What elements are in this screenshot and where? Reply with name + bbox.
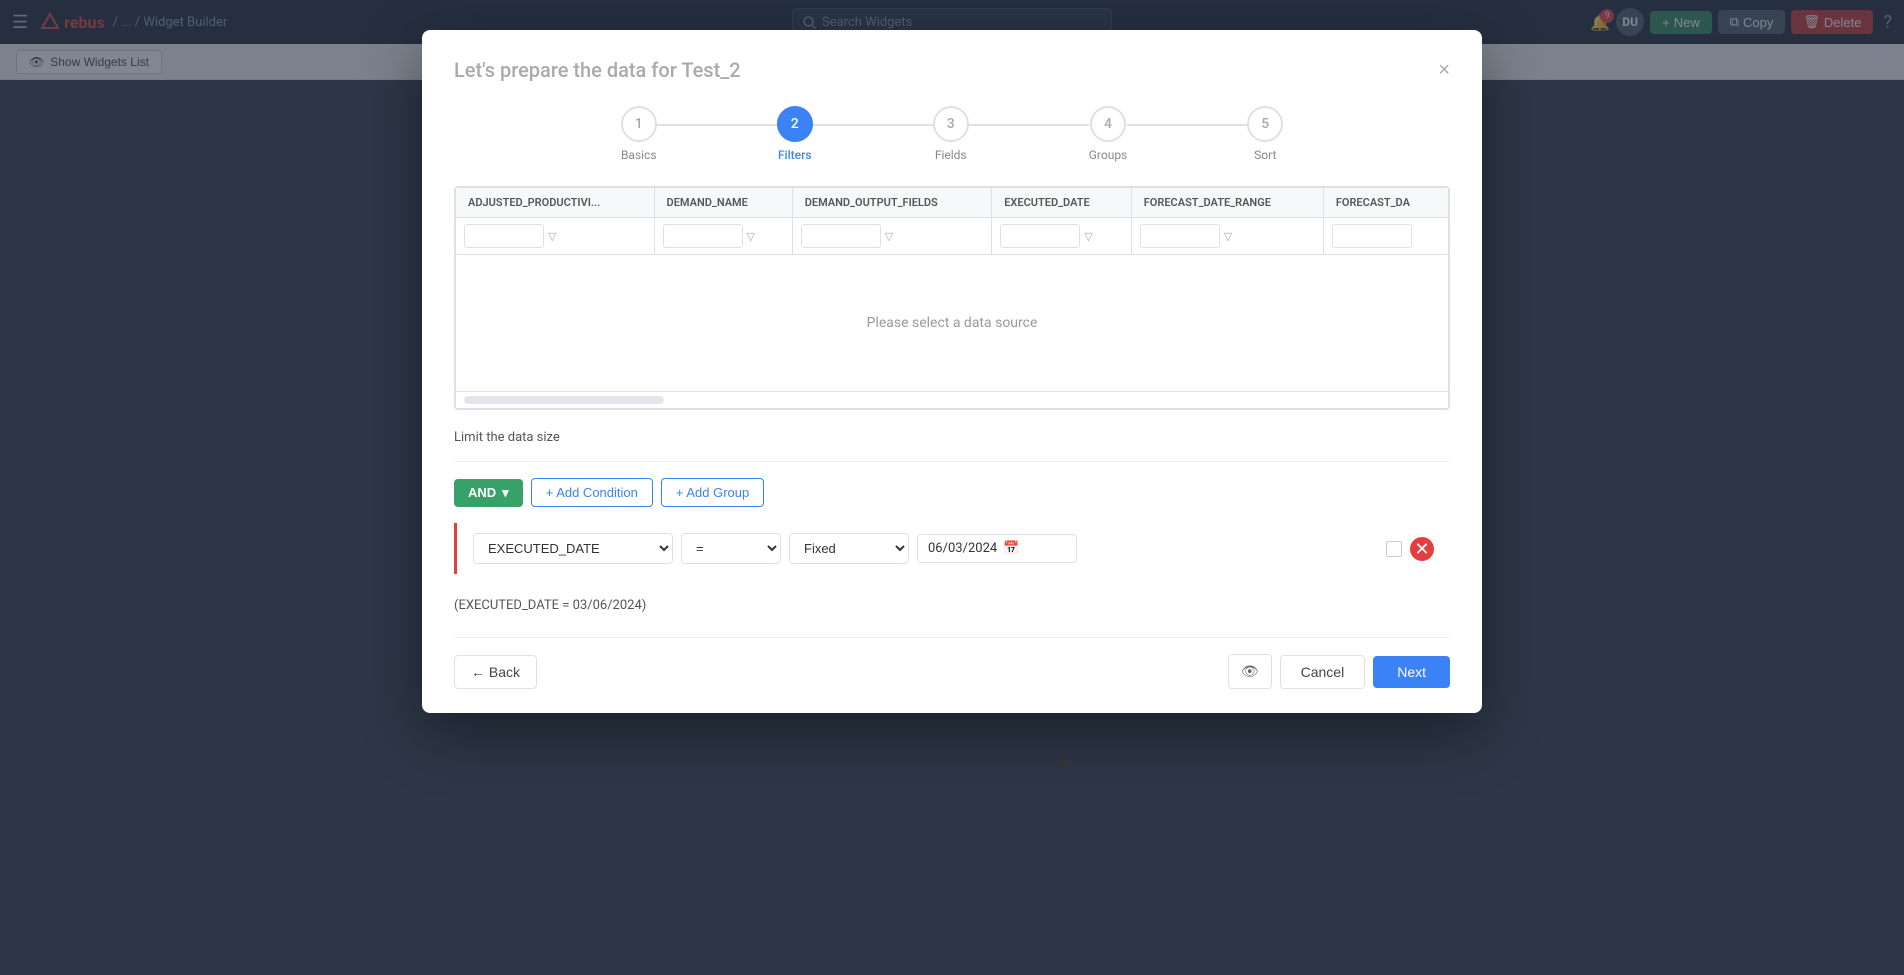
filter-cell-3: ▽ xyxy=(792,218,992,255)
step-circle-2: 2 xyxy=(777,106,813,142)
filter-cell-6 xyxy=(1323,218,1448,255)
back-button[interactable]: ← Back xyxy=(454,655,537,689)
condition-checkbox[interactable] xyxy=(1386,541,1402,557)
step-sort[interactable]: 5 Sort xyxy=(1247,106,1283,162)
step-label-5: Sort xyxy=(1254,148,1276,162)
modal-header: Let's prepare the data for Test_2 × xyxy=(454,58,1450,82)
step-circle-1: 1 xyxy=(621,106,657,142)
filter-icon-1[interactable]: ▽ xyxy=(548,230,556,243)
filter-expression-text: (EXECUTED_DATE = 03/06/2024) xyxy=(454,598,646,613)
filter-expression: (EXECUTED_DATE = 03/06/2024) xyxy=(454,590,1450,621)
step-label-3: Fields xyxy=(935,148,967,162)
step-connector-4 xyxy=(1127,124,1247,126)
filter-icon-2[interactable]: ▽ xyxy=(747,230,755,243)
condition-type-select[interactable]: Fixed xyxy=(789,533,909,564)
back-label: ← Back xyxy=(471,664,520,680)
col-adjusted: ADJUSTED_PRODUCTIVI... xyxy=(456,188,655,218)
limit-label: Limit the data size xyxy=(454,430,1450,445)
filter-icon-5[interactable]: ▽ xyxy=(1224,230,1232,243)
filter-input-5[interactable] xyxy=(1140,224,1220,248)
horizontal-scrollbar[interactable] xyxy=(464,396,664,404)
step-label-4: Groups xyxy=(1089,148,1128,162)
cancel-label: Cancel xyxy=(1301,664,1345,680)
steps-bar: 1 Basics 2 Filters 3 Fields 4 Groups 5 S… xyxy=(454,106,1450,162)
step-label-1: Basics xyxy=(621,148,657,162)
filter-builder: AND ▾ + Add Condition + Add Group EXECUT… xyxy=(454,461,1450,574)
modal: Let's prepare the data for Test_2 × 1 Ba… xyxy=(422,30,1482,713)
step-basics[interactable]: 1 Basics xyxy=(621,106,657,162)
col-demand-output: DEMAND_OUTPUT_FIELDS xyxy=(792,188,992,218)
filter-cell-4: ▽ xyxy=(992,218,1132,255)
col-forecast-da: FORECAST_DA xyxy=(1323,188,1448,218)
step-circle-5: 5 xyxy=(1247,106,1283,142)
modal-title: Let's prepare the data for Test_2 xyxy=(454,58,741,82)
filter-input-2[interactable] xyxy=(663,224,743,248)
filter-cell-2: ▽ xyxy=(654,218,792,255)
data-table-container: ADJUSTED_PRODUCTIVI... DEMAND_NAME DEMAN… xyxy=(454,186,1450,410)
data-table: ADJUSTED_PRODUCTIVI... DEMAND_NAME DEMAN… xyxy=(455,187,1449,409)
date-value: 06/03/2024 xyxy=(928,541,997,556)
add-group-button[interactable]: + Add Group xyxy=(661,478,764,507)
cancel-button[interactable]: Cancel xyxy=(1280,655,1366,689)
filter-input-1[interactable] xyxy=(464,224,544,248)
preview-eye-icon: 👁 xyxy=(1241,663,1259,679)
add-condition-button[interactable]: + Add Condition xyxy=(531,478,653,507)
and-chevron-icon: ▾ xyxy=(502,485,509,501)
filter-cell-1: ▽ xyxy=(456,218,655,255)
step-connector-2 xyxy=(813,124,933,126)
step-circle-4: 4 xyxy=(1090,106,1126,142)
modal-footer: ← Back 👁 Cancel Next xyxy=(454,637,1450,689)
step-fields[interactable]: 3 Fields xyxy=(933,106,969,162)
filter-input-3[interactable] xyxy=(801,224,881,248)
filter-input-4[interactable] xyxy=(1000,224,1080,248)
step-filters[interactable]: 2 Filters xyxy=(777,106,813,162)
col-executed-date: EXECUTED_DATE xyxy=(992,188,1132,218)
table-header-row: ADJUSTED_PRODUCTIVI... DEMAND_NAME DEMAN… xyxy=(456,188,1449,218)
step-label-2: Filters xyxy=(778,148,812,162)
data-table-scroll[interactable]: ADJUSTED_PRODUCTIVI... DEMAND_NAME DEMAN… xyxy=(455,187,1449,409)
condition-operator-select[interactable]: = xyxy=(681,533,781,564)
remove-condition-button[interactable]: ✕ xyxy=(1410,537,1434,561)
condition-row: EXECUTED_DATE = Fixed 06/03/2024 📅 ✕ xyxy=(454,523,1450,574)
filter-cell-5: ▽ xyxy=(1131,218,1323,255)
col-demand-name: DEMAND_NAME xyxy=(654,188,792,218)
table-filter-row: ▽ ▽ ▽ xyxy=(456,218,1449,255)
filter-icon-4[interactable]: ▽ xyxy=(1084,230,1092,243)
and-button[interactable]: AND ▾ xyxy=(454,479,523,507)
and-label: AND xyxy=(468,485,496,500)
next-label: Next xyxy=(1397,664,1426,680)
condition-date-input[interactable]: 06/03/2024 📅 xyxy=(917,534,1077,563)
step-connector-3 xyxy=(969,124,1089,126)
step-circle-3: 3 xyxy=(933,106,969,142)
next-button[interactable]: Next xyxy=(1373,656,1450,688)
condition-field-select[interactable]: EXECUTED_DATE xyxy=(473,533,673,564)
no-data-message: Please select a data source xyxy=(456,255,1449,392)
add-condition-label: + Add Condition xyxy=(546,485,638,500)
scrollbar-row xyxy=(456,392,1449,409)
step-connector-1 xyxy=(657,124,777,126)
modal-close-button[interactable]: × xyxy=(1438,60,1450,80)
col-forecast-range: FORECAST_DATE_RANGE xyxy=(1131,188,1323,218)
filter-icon-3[interactable]: ▽ xyxy=(885,230,893,243)
add-group-label: + Add Group xyxy=(676,485,749,500)
no-data-row: Please select a data source xyxy=(456,255,1449,392)
calendar-icon[interactable]: 📅 xyxy=(1003,541,1019,556)
preview-button[interactable]: 👁 xyxy=(1228,654,1272,689)
filter-builder-header: AND ▾ + Add Condition + Add Group xyxy=(454,478,1450,507)
step-groups[interactable]: 4 Groups xyxy=(1089,106,1128,162)
filter-input-6[interactable] xyxy=(1332,224,1412,248)
